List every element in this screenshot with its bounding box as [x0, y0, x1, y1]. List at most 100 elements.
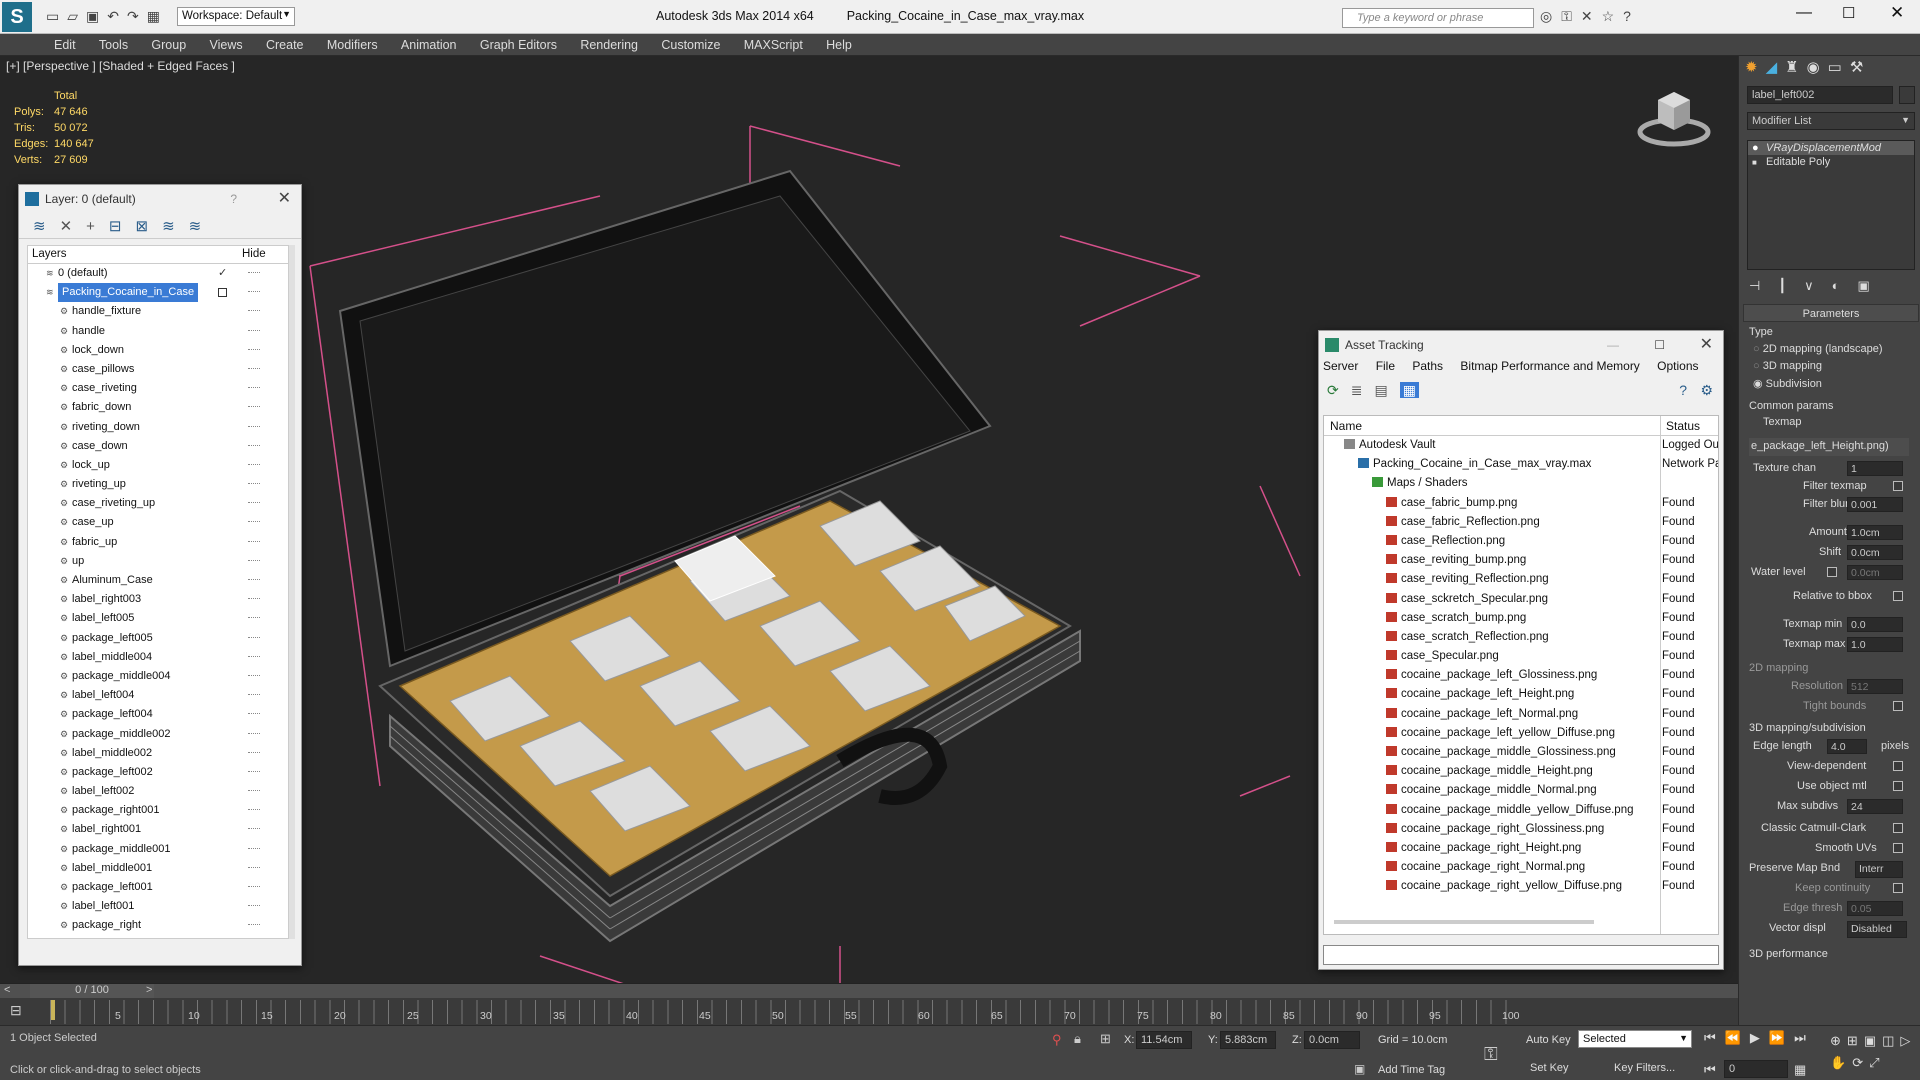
asset-row[interactable]: case_Reflection.png Found [1324, 532, 1718, 551]
zoom-icon[interactable]: ⊕ [1830, 1033, 1847, 1048]
texmap-min-spinner[interactable]: 0.0 [1847, 617, 1903, 632]
motion-tab-icon[interactable]: ◉ [1807, 59, 1828, 76]
layer-row[interactable]: ⚙ label_left004 [28, 686, 288, 705]
show-end-result-icon[interactable]: ┃ [1778, 278, 1804, 293]
search-box[interactable]: Type a keyword or phrase [1342, 8, 1534, 28]
freeze-all-icon[interactable]: ≋ [189, 218, 216, 235]
timeline-prev-icon[interactable]: < [4, 984, 10, 996]
hide-toggle[interactable] [248, 809, 260, 812]
hide-toggle[interactable] [248, 387, 260, 390]
hide-toggle[interactable] [248, 483, 260, 486]
zoom-all-icon[interactable]: ⊞ [1847, 1033, 1864, 1048]
modifier-list-dropdown[interactable]: Modifier List ▼ [1747, 112, 1915, 130]
help-icon[interactable]: ? [1623, 8, 1640, 24]
layer-row[interactable]: ⚙ label_left002 [28, 782, 288, 801]
vector-displ-dropdown[interactable]: Disabled [1847, 921, 1907, 938]
hide-toggle[interactable] [248, 617, 260, 620]
menu-customize[interactable]: Customize [651, 34, 730, 52]
maximize-button[interactable]: ☐ [1842, 4, 1855, 22]
selection-lock-icon[interactable]: 🔒︎ [1074, 1031, 1081, 1047]
asset-row[interactable]: cocaine_package_right_Height.png Found [1324, 839, 1718, 858]
transform-mode-icon[interactable]: ⊞ [1100, 1031, 1111, 1047]
briefcase-model[interactable] [280, 106, 1320, 983]
layer-row[interactable]: ⚙ package_middle002 [28, 725, 288, 744]
parameters-header[interactable]: Parameters [1743, 304, 1919, 322]
hide-toggle[interactable] [248, 272, 260, 275]
layer-row[interactable]: ⚙ lock_up [28, 456, 288, 475]
layer-row[interactable]: ⚙ package_left005 [28, 629, 288, 648]
layer-row[interactable]: ⚙ label_left005 [28, 609, 288, 628]
project-icon[interactable]: ▦ [147, 8, 168, 24]
menu-animation[interactable]: Animation [391, 34, 467, 52]
make-unique-icon[interactable]: ∨ [1804, 278, 1832, 293]
asset-menu-server[interactable]: Server [1323, 359, 1358, 373]
hide-toggle[interactable] [248, 406, 260, 409]
col-status[interactable]: Status [1666, 419, 1700, 433]
layer-row[interactable]: ⚙ package_right [28, 916, 288, 935]
next-frame-icon[interactable]: ⏩ [1769, 1030, 1794, 1045]
hide-all-icon[interactable]: ≋ [162, 218, 189, 235]
asset-menu-bitmap[interactable]: Bitmap Performance and Memory [1460, 359, 1639, 373]
hide-toggle[interactable] [248, 502, 260, 505]
help-icon[interactable]: ? [230, 185, 237, 213]
col-hide[interactable]: Hide [242, 248, 266, 260]
menu-maxscript[interactable]: MAXScript [734, 34, 813, 52]
hide-toggle[interactable] [248, 828, 260, 831]
layer-row[interactable]: ⚙ fabric_up [28, 533, 288, 552]
asset-window-titlebar[interactable]: Asset Tracking — ☐ ✕ [1319, 331, 1723, 359]
pan-icon[interactable]: ✋ [1830, 1055, 1852, 1070]
radio-2d-mapping[interactable]: ○ 2D mapping (landscape) [1753, 343, 1883, 355]
layer-row[interactable]: ⚙ case_riveting [28, 379, 288, 398]
hide-toggle[interactable] [248, 732, 260, 736]
layer-row[interactable]: ⚙ fabric_down [28, 398, 288, 417]
add-to-layer-icon[interactable]: + [86, 218, 109, 235]
previous-frame-icon[interactable]: ⏪ [1725, 1030, 1750, 1045]
filter-texmap-checkbox[interactable] [1893, 481, 1903, 491]
menu-edit[interactable]: Edit [44, 34, 86, 52]
settings-icon[interactable]: ⚙ [1700, 382, 1713, 399]
new-file-icon[interactable]: ▭ [46, 8, 67, 24]
menu-rendering[interactable]: Rendering [570, 34, 648, 52]
configure-sets-icon[interactable]: ▣ [1858, 278, 1888, 293]
hide-toggle[interactable] [248, 694, 260, 697]
hide-toggle[interactable] [248, 751, 260, 755]
asset-hscrollbar[interactable] [1334, 920, 1594, 924]
layer-row[interactable]: ⚙ riveting_down [28, 418, 288, 437]
star-icon[interactable]: ☆ [1602, 8, 1624, 24]
time-slider-track[interactable] [0, 984, 1738, 998]
hide-toggle[interactable] [248, 655, 260, 659]
asset-row[interactable]: cocaine_package_middle_Height.png Found [1324, 762, 1718, 781]
hide-toggle[interactable] [248, 540, 260, 544]
asset-row[interactable]: Maps / Shaders [1324, 474, 1718, 493]
exchange-icon[interactable]: ✕ [1581, 8, 1602, 24]
y-coordinate-field[interactable]: 5.883cm [1220, 1031, 1276, 1049]
undo-icon[interactable]: ↶ [107, 8, 127, 24]
object-color-swatch[interactable] [1899, 86, 1915, 104]
asset-row[interactable]: cocaine_package_middle_Normal.png Found [1324, 781, 1718, 800]
highlight-layer-icon[interactable]: ⊠ [136, 218, 163, 235]
create-layer-icon[interactable]: ≋ [33, 218, 60, 235]
hide-toggle[interactable] [248, 579, 260, 582]
redo-icon[interactable]: ↷ [127, 8, 147, 24]
hide-toggle[interactable] [248, 905, 260, 908]
close-icon[interactable]: ✕ [278, 185, 291, 213]
z-coordinate-field[interactable]: 0.0cm [1304, 1031, 1360, 1049]
lock-icon[interactable]: ⚲ [1052, 1032, 1062, 1048]
amount-spinner[interactable]: 1.0cm [1847, 525, 1903, 540]
hide-toggle[interactable] [248, 367, 260, 371]
layer-row[interactable]: ⚙ case_pillows [28, 360, 288, 379]
hide-toggle[interactable] [248, 847, 260, 851]
col-name[interactable]: Name [1330, 419, 1362, 433]
menu-views[interactable]: Views [200, 34, 253, 52]
viewport-label[interactable]: [+] [Perspective ] [Shaded + Edged Faces… [6, 59, 235, 73]
menu-help[interactable]: Help [816, 34, 862, 52]
open-file-icon[interactable]: ▱ [67, 8, 86, 24]
hide-toggle[interactable] [248, 866, 260, 870]
hide-toggle[interactable] [248, 291, 260, 294]
make-current-checkbox[interactable] [218, 288, 227, 298]
select-in-layer-icon[interactable]: ⊟ [109, 218, 136, 235]
timeline[interactable]: 0 / 100 < > ⊟ 5 10 15 20 25 30 35 40 45 50 55 60 65 7… [0, 983, 1738, 1025]
texmap-max-spinner[interactable]: 1.0 [1847, 637, 1903, 652]
asset-row[interactable]: cocaine_package_right_Glossiness.png Foun… [1324, 820, 1718, 839]
hide-toggle[interactable] [248, 770, 260, 774]
